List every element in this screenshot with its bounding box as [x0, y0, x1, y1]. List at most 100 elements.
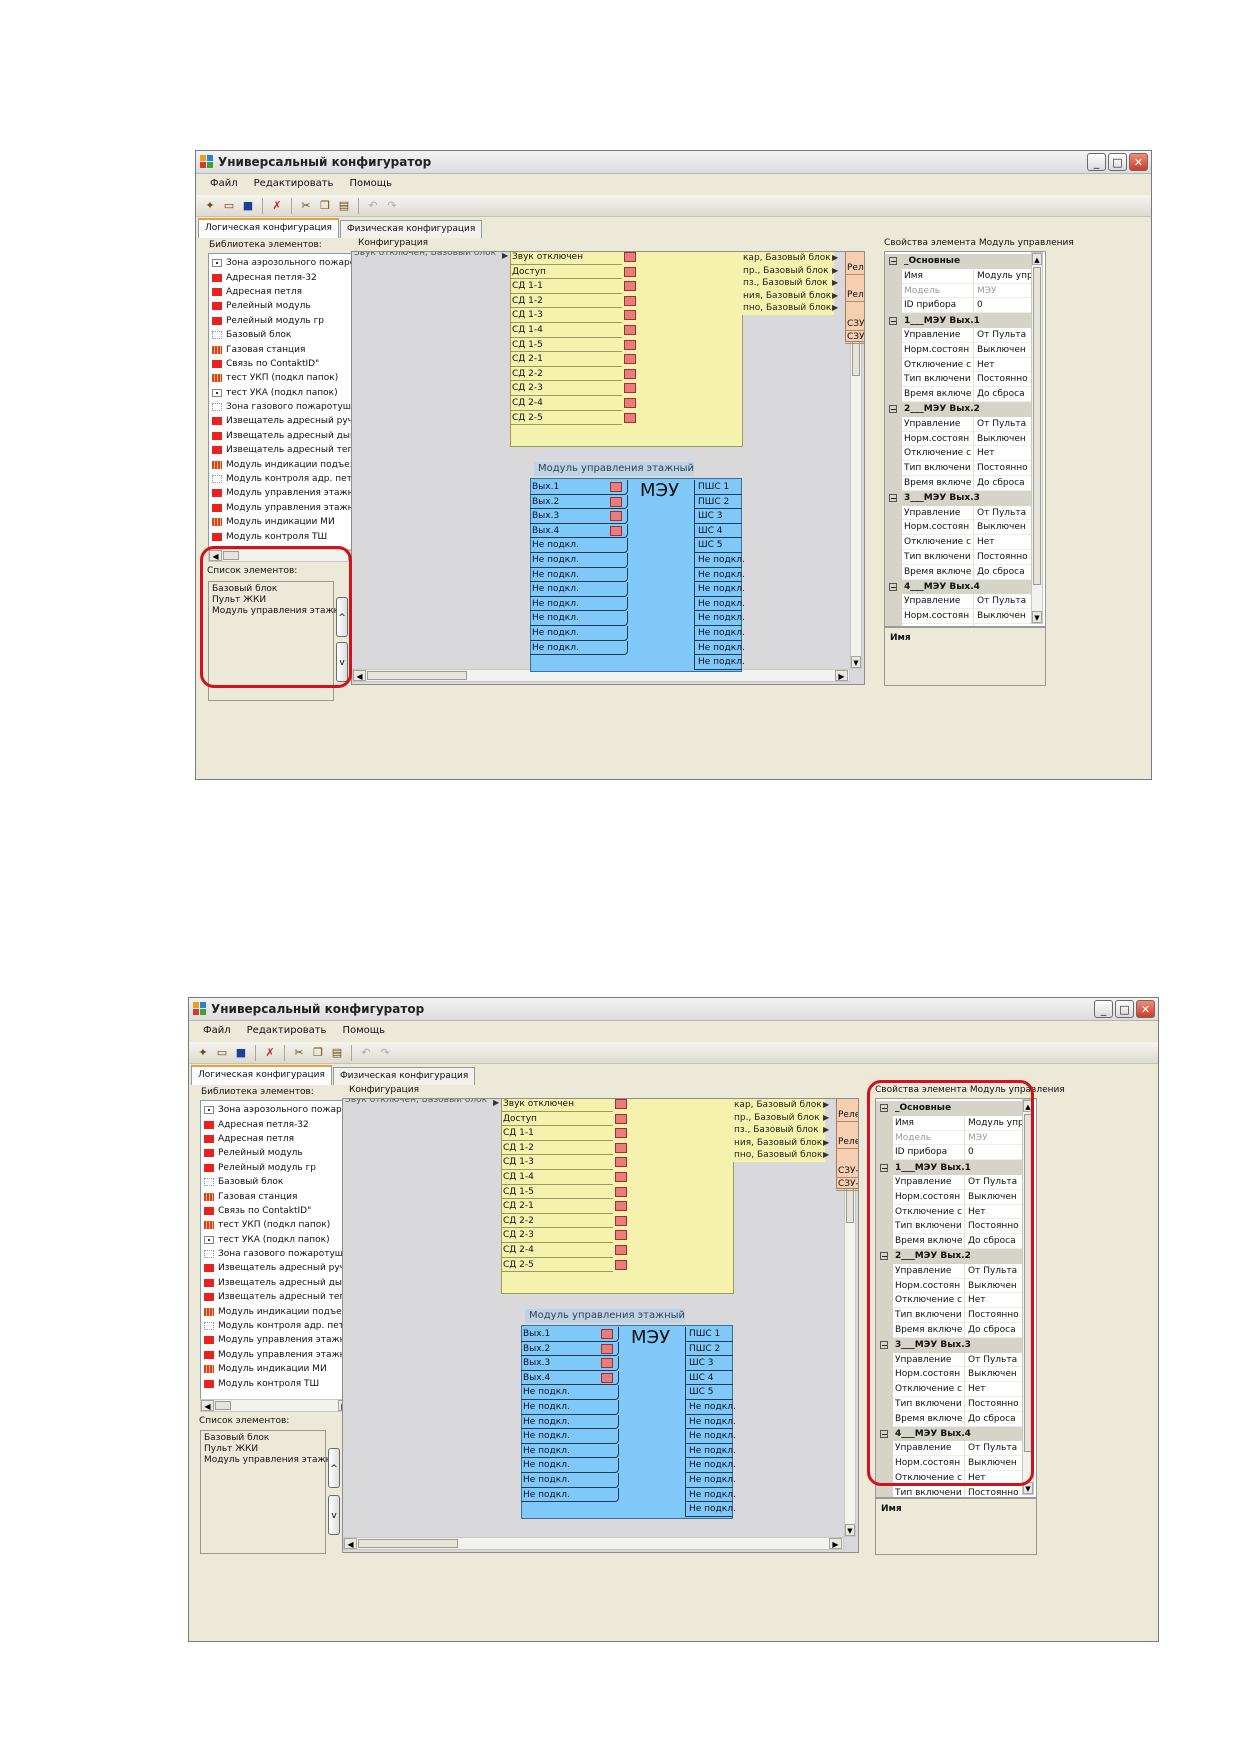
base-block-input[interactable]: Звук отключен	[501, 1099, 613, 1112]
meu-output[interactable]: ШС 3	[694, 509, 742, 524]
library-item[interactable]: Адресная петля-32	[201, 1117, 353, 1131]
library-item[interactable]: Модуль управления этажный	[209, 486, 363, 500]
base-block-input[interactable]: СД 2-1	[510, 352, 622, 367]
property-category[interactable]: −4___МЭУ Вых.4	[885, 579, 1031, 595]
library-item[interactable]: Релейный модуль гр	[209, 314, 363, 328]
property-value[interactable]: Постоянно	[974, 372, 1031, 388]
library-item[interactable]: Зона газового пожаротушени	[209, 400, 363, 414]
cut-icon[interactable]: ✂	[291, 1045, 307, 1061]
property-value[interactable]: Нет	[974, 535, 1031, 550]
library-item[interactable]: Базовый блок	[209, 328, 363, 342]
meu-input[interactable]: Не подкл.	[521, 1385, 619, 1400]
elements-list[interactable]: Базовый блок Пульт ЖКИ Модуль управления э…	[200, 1430, 339, 1554]
property-row[interactable]: Время включе До сброса	[885, 564, 1031, 580]
tab-physical-config[interactable]: Физическая конфигурация	[339, 220, 483, 238]
scroll-left-icon[interactable]: ◀	[201, 1400, 214, 1411]
base-block-input[interactable]: СД 1-3	[501, 1155, 613, 1170]
property-row[interactable]: Норм.состоян Выключен	[885, 609, 1031, 624]
new-icon[interactable]: ✦	[202, 198, 218, 214]
delete-icon[interactable]: ✗	[262, 1045, 278, 1061]
library-item[interactable]: Связь по ContaktID"	[201, 1204, 353, 1218]
base-block-input[interactable]: СД 2-2	[501, 1214, 613, 1229]
meu-output[interactable]: Не подкл.	[685, 1429, 736, 1444]
collapse-icon[interactable]: −	[889, 316, 897, 325]
library-item[interactable]: Модуль индикации подъездн	[209, 457, 363, 471]
minimize-icon[interactable]: _	[1087, 153, 1106, 171]
property-row[interactable]: Управление От Пульта	[885, 416, 1031, 432]
meu-output[interactable]: ШС 4	[694, 523, 742, 539]
meu-output[interactable]: ПШС 1	[694, 480, 742, 495]
base-block-input[interactable]: СД 2-3	[501, 1228, 613, 1243]
meu-output[interactable]: Не подкл.	[685, 1502, 736, 1517]
save-icon[interactable]: ■	[240, 198, 256, 214]
minimize-icon[interactable]: _	[1094, 1000, 1113, 1018]
property-row[interactable]: Управление От Пульта	[885, 594, 1031, 610]
property-value[interactable]: До сброса	[974, 387, 1031, 402]
redo-icon[interactable]: ↷	[377, 1045, 393, 1061]
property-value[interactable]: Модуль управлен	[974, 269, 1031, 284]
property-row[interactable]: Отключение сНет	[885, 535, 1031, 550]
library-item[interactable]: Зона аэрозольного пожароту	[209, 256, 363, 270]
meu-input[interactable]: Не подкл.	[521, 1429, 619, 1444]
tab-logical-config[interactable]: Логическая конфигурация	[191, 1065, 332, 1085]
property-value[interactable]: Выключен	[974, 432, 1031, 447]
paste-icon[interactable]: ▤	[336, 198, 352, 214]
property-grid[interactable]: −_ОсновныеИмяМодуль управленМодельМЭУID …	[884, 251, 1046, 627]
library-item[interactable]: Адресная петля-32	[209, 270, 363, 284]
menu-item-1[interactable]: Редактировать	[254, 174, 334, 194]
meu-output[interactable]: Не подкл.	[694, 553, 745, 568]
meu-output[interactable]: Не подкл.	[694, 567, 745, 583]
library-item[interactable]: Модуль индикации подъездн	[201, 1304, 353, 1318]
property-value[interactable]: От Пульта	[974, 506, 1031, 521]
library-item[interactable]: Модуль контроля адр. петли	[201, 1319, 353, 1333]
config-canvas[interactable]: ▲▼◀▶Звук отключен, Базовый блокЗвук откл…	[351, 251, 865, 685]
base-block-input[interactable]: СД 2-3	[510, 381, 622, 396]
meu-input[interactable]: Не подкл.	[530, 582, 628, 597]
property-vscrollbar[interactable]: ▲ ▼	[1031, 252, 1043, 624]
meu-input[interactable]: Не подкл.	[530, 611, 628, 626]
move-up-button[interactable]: ^	[328, 1448, 340, 1488]
undo-icon[interactable]: ↶	[365, 198, 381, 214]
base-block-input[interactable]: СД 1-2	[501, 1141, 613, 1156]
meu-output[interactable]: Не подкл.	[694, 596, 745, 612]
property-value[interactable]: Выключен	[974, 609, 1031, 624]
property-row[interactable]: ИмяМодуль управлен	[885, 268, 1031, 284]
meu-output[interactable]: Не подкл.	[685, 1414, 736, 1430]
collapse-icon[interactable]: −	[889, 257, 897, 266]
meu-output[interactable]: Не подкл.	[685, 1487, 736, 1503]
property-category[interactable]: −3___МЭУ Вых.3	[885, 490, 1031, 506]
library-item[interactable]: Газовая станция	[209, 342, 363, 356]
meu-input[interactable]: Не подкл.	[530, 626, 628, 641]
menu-item-0[interactable]: Файл	[203, 1021, 231, 1041]
list-item[interactable]: Базовый блок	[201, 1433, 325, 1444]
base-block-input[interactable]: СД 1-5	[501, 1185, 613, 1200]
property-value[interactable]: Постоянно	[974, 550, 1031, 565]
property-row[interactable]: Отключение сНет	[885, 446, 1031, 462]
base-block-input[interactable]: СД 1-5	[510, 338, 622, 353]
base-block-input[interactable]: СД 1-1	[501, 1126, 613, 1141]
meu-input[interactable]: Не подкл.	[530, 538, 628, 553]
library-item[interactable]: Базовый блок	[201, 1175, 353, 1189]
scroll-right-icon[interactable]: ▶	[829, 1538, 842, 1549]
meu-output[interactable]: ШС 5	[694, 538, 742, 553]
library-item[interactable]: Релейный модуль	[209, 299, 363, 313]
maximize-icon[interactable]: □	[1108, 153, 1127, 171]
meu-output[interactable]: Не подкл.	[685, 1458, 736, 1473]
base-block-input[interactable]: СД 2-5	[510, 411, 622, 426]
library-item[interactable]: Извещатель адресный дымо	[209, 429, 363, 443]
paste-icon[interactable]: ▤	[329, 1045, 345, 1061]
relay-output[interactable]: СЗУ-1	[836, 1165, 858, 1178]
library-item[interactable]: тест УКА (подкл папок)	[209, 386, 363, 400]
property-row[interactable]: Тип включени Постоянно	[885, 549, 1031, 565]
maximize-icon[interactable]: □	[1115, 1000, 1134, 1018]
library-item[interactable]: Зона аэрозольного пожароту	[201, 1103, 353, 1117]
scroll-thumb[interactable]	[215, 1401, 231, 1410]
move-down-button[interactable]: v	[328, 1495, 340, 1535]
scroll-left-icon[interactable]: ◀	[353, 670, 366, 681]
library-item[interactable]: Адресная петля	[201, 1132, 353, 1146]
collapse-icon[interactable]: −	[889, 405, 897, 414]
base-block-input[interactable]: СД 2-2	[510, 367, 622, 382]
undo-icon[interactable]: ↶	[358, 1045, 374, 1061]
open-icon[interactable]: ▭	[214, 1045, 230, 1061]
new-icon[interactable]: ✦	[195, 1045, 211, 1061]
